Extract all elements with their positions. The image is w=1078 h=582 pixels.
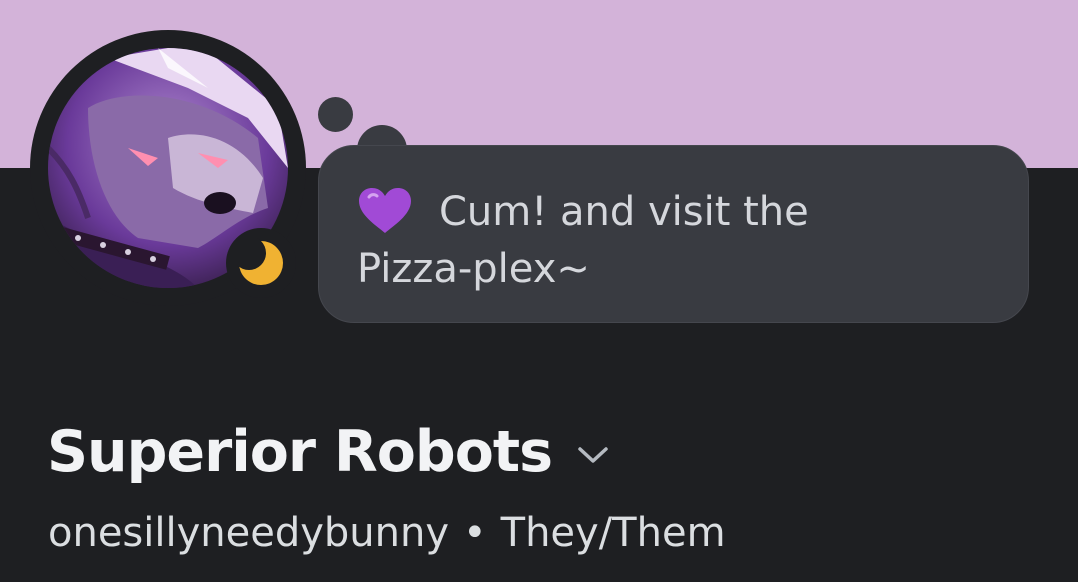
chevron-down-icon[interactable] [576, 444, 610, 466]
username: onesillyneedybunny [48, 510, 450, 556]
purple-heart-icon [357, 187, 413, 235]
username-pronouns-row: onesillyneedybunny • They/Them [48, 505, 726, 561]
display-name-row[interactable]: Superior Robots [47, 412, 610, 492]
custom-status-bubble[interactable]: Cum! and visit the Pizza-plex~ [318, 145, 1029, 323]
custom-status-text: Cum! and visit the Pizza-plex~ [357, 189, 809, 292]
thought-bubble-dot-small [318, 97, 353, 132]
pronouns: They/Them [500, 510, 726, 556]
display-name: Superior Robots [47, 419, 553, 485]
separator-dot: • [463, 510, 487, 556]
moon-idle-icon [232, 236, 286, 288]
